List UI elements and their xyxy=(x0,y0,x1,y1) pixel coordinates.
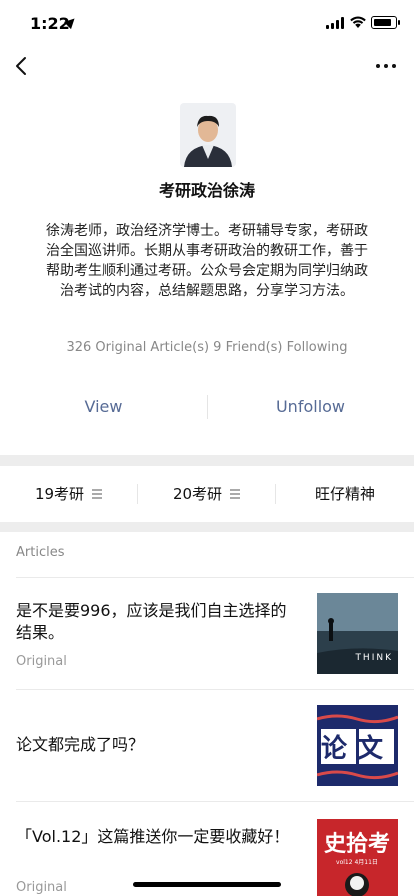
menu-item-label: 20考研 xyxy=(172,485,223,503)
submenu-icon xyxy=(92,489,103,499)
divider xyxy=(16,577,414,578)
account-stats: 326 Original Article(s) 9 Friend(s) Foll… xyxy=(66,340,348,355)
article-tag: Original xyxy=(16,654,67,669)
article-item[interactable]: 是不是要996，应该是我们自主选择的结果。 Original THINK xyxy=(16,590,398,680)
article-title: 「Vol.12」这篇推送你一定要收藏好！ xyxy=(16,827,290,846)
back-button[interactable] xyxy=(10,52,36,80)
menu-item-wangzai-spirit[interactable]: 旺仔精神 xyxy=(276,466,414,522)
article-thumbnail: 论文 xyxy=(317,705,398,786)
section-separator xyxy=(0,522,414,532)
menu-item-20kaoyan[interactable]: 20考研 xyxy=(138,466,275,522)
article-title: 是不是要996，应该是我们自主选择的结果。 xyxy=(16,601,287,642)
account-description: 徐涛老师，政治经济学博士。考研辅导专家，考研政治全国巡讲师。长期从事考研政治的教… xyxy=(46,223,368,299)
battery-icon xyxy=(371,16,400,29)
thumbnail-text: THINK xyxy=(354,653,393,663)
article-title: 论文都完成了吗？ xyxy=(16,735,145,754)
article-thumbnail: 史拾考 vol12 4月11日 xyxy=(317,819,398,896)
account-name: 考研政治徐涛 xyxy=(158,181,255,200)
submenu-icon xyxy=(230,489,241,499)
menu-item-label: 19考研 xyxy=(34,485,85,503)
divider xyxy=(16,689,414,690)
articles-header: Articles xyxy=(16,545,65,560)
thumbnail-text: 史拾考 xyxy=(324,831,390,857)
view-button[interactable]: View xyxy=(0,387,207,427)
thumbnail-text: 论文 xyxy=(321,733,393,764)
menu-item-label: 旺仔精神 xyxy=(314,485,375,503)
wifi-icon xyxy=(350,16,366,28)
unfollow-button[interactable]: Unfollow xyxy=(207,387,414,427)
battery-level xyxy=(373,18,391,26)
cellular-signal-icon xyxy=(326,17,346,29)
divider xyxy=(16,801,414,802)
status-time: 1:22 xyxy=(30,14,70,33)
menu-item-19kaoyan[interactable]: 19考研 xyxy=(0,466,137,522)
home-indicator[interactable] xyxy=(133,882,281,887)
article-tag: Original xyxy=(16,880,67,895)
article-item[interactable]: 论文都完成了吗？ 论文 xyxy=(16,702,398,792)
more-options-button[interactable] xyxy=(374,56,398,76)
section-separator xyxy=(0,455,414,466)
article-thumbnail: THINK xyxy=(317,593,398,674)
status-bar: 1:22 xyxy=(0,0,414,48)
thumbnail-subtext: vol12 4月11日 xyxy=(336,859,378,866)
avatar[interactable] xyxy=(180,103,236,167)
action-row: View Unfollow xyxy=(0,387,414,427)
custom-menu-bar: 19考研 20考研 旺仔精神 xyxy=(0,466,414,522)
